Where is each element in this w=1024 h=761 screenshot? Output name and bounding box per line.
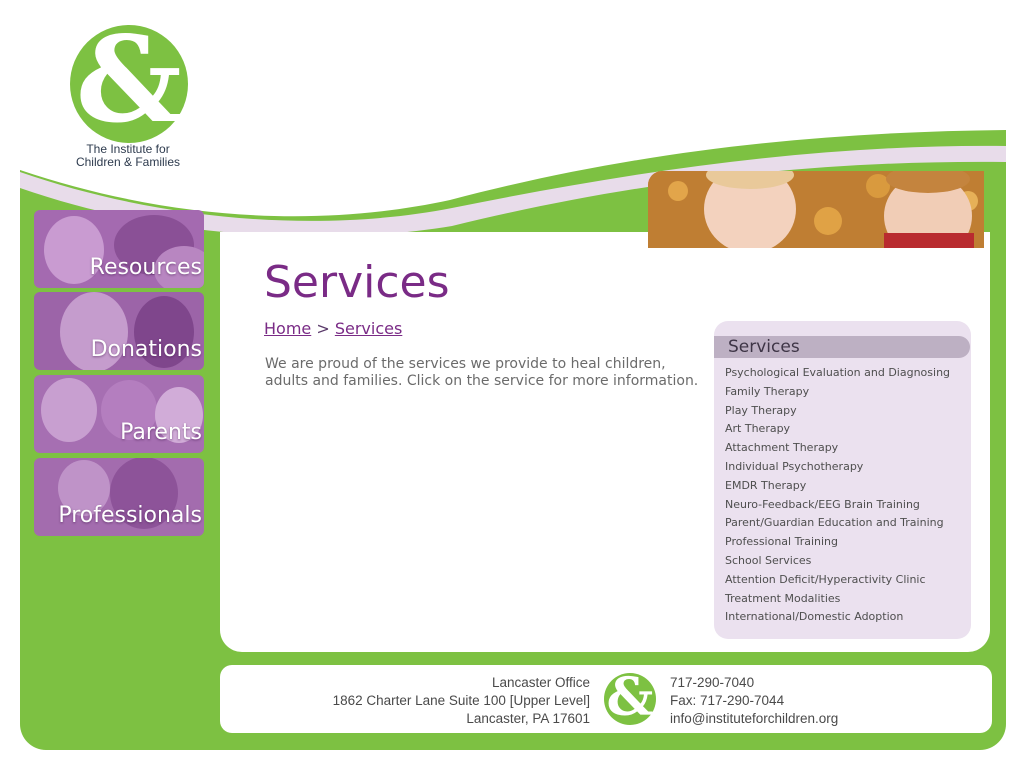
intro-line: We are proud of the services we provide … [265,356,666,372]
ampersand-logo-icon: & [75,10,183,149]
nav-resources[interactable]: Resources [34,210,204,288]
contact-info: 717-290-7040 Fax: 717-290-7044 info@inst… [670,674,838,728]
service-link[interactable]: Neuro-Feedback/EEG Brain Training [725,496,950,515]
service-link[interactable]: Play Therapy [725,402,950,421]
phone-number: 717-290-7040 [670,675,755,690]
nav-parents[interactable]: Parents [34,375,204,453]
nav-professionals[interactable]: Professionals [34,458,204,536]
breadcrumb: Home > Services [264,319,402,339]
logo-text-line2: Children & Families [75,155,181,169]
nav-label: Parents [120,420,202,445]
nav-label: Resources [89,255,202,280]
nav-label: Donations [90,337,202,362]
service-link[interactable]: Art Therapy [725,420,950,439]
breadcrumb-current-link[interactable]: Services [335,319,402,338]
breadcrumb-home-link[interactable]: Home [264,319,311,338]
services-box-title: Services [728,337,800,357]
service-link[interactable]: School Services [725,552,950,571]
office-street: 1862 Charter Lane Suite 100 [Upper Level… [332,693,590,708]
nav-label: Professionals [58,503,202,528]
logo-text: The Institute for Children & Families [58,143,198,169]
intro-text: We are proud of the services we provide … [265,356,710,390]
service-link[interactable]: Professional Training [725,533,950,552]
children-in-autumn-leaves-photo [648,171,984,248]
ampersand-logo-icon: & [606,667,654,728]
nav-donations[interactable]: Donations [34,292,204,370]
breadcrumb-separator: > [316,319,330,338]
service-link[interactable]: Parent/Guardian Education and Training [725,514,950,533]
service-link[interactable]: Treatment Modalities [725,590,950,609]
service-link[interactable]: EMDR Therapy [725,477,950,496]
page-title: Services [264,257,450,308]
email-link[interactable]: info@instituteforchildren.org [670,710,838,728]
office-name: Lancaster Office [491,675,590,690]
service-link[interactable]: Individual Psychotherapy [725,458,950,477]
office-city: Lancaster, PA 17601 [466,711,590,726]
service-link[interactable]: Family Therapy [725,383,950,402]
site-logo[interactable]: & The Institute for Children & Families [58,14,198,170]
service-link[interactable]: Psychological Evaluation and Diagnosing [725,364,950,383]
office-address: Lancaster Office 1862 Charter Lane Suite… [290,674,590,728]
services-list: Psychological Evaluation and Diagnosing … [725,364,950,627]
services-box-header: Services [714,336,970,358]
fax-number: Fax: 717-290-7044 [670,693,785,708]
service-link[interactable]: Attachment Therapy [725,439,950,458]
service-link[interactable]: International/Domestic Adoption [725,608,950,627]
intro-line: adults and families. Click on the servic… [265,373,699,389]
header-photo [648,171,984,248]
service-link[interactable]: Attention Deficit/Hyperactivity Clinic [725,571,950,590]
